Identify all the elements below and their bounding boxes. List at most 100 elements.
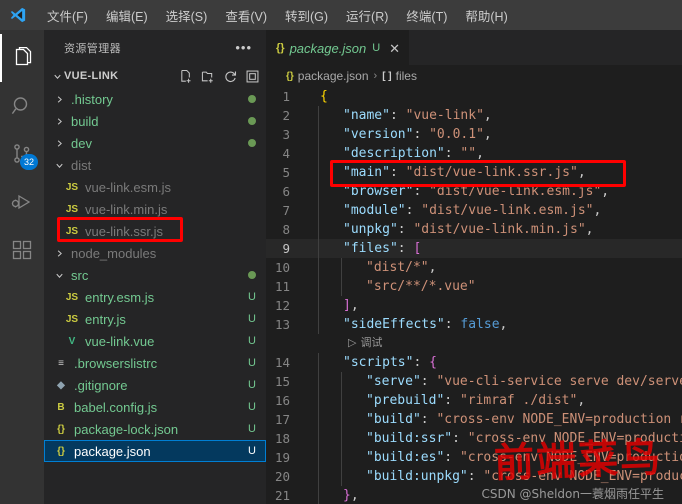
code-editor[interactable]: 1{2 "name": "vue-link", 3 "version": "0.0.1… [266, 87, 682, 504]
menu-terminal[interactable]: 终端(T) [397, 3, 456, 28]
new-file-icon[interactable] [179, 69, 194, 84]
babel-file-icon: B [57, 401, 65, 413]
tree-folder-row[interactable]: dist [44, 154, 266, 176]
menu-go[interactable]: 转到(G) [276, 3, 337, 28]
tree-folder-row[interactable]: node_modules [44, 242, 266, 264]
tree-file-row[interactable]: JS entry.esm.js U [44, 286, 266, 308]
tree-file-row[interactable]: JS vue-link.min.js [44, 198, 266, 220]
line-number: 13 [274, 317, 290, 332]
menu-run[interactable]: 运行(R) [337, 3, 397, 28]
chevron-right-icon[interactable] [52, 116, 66, 127]
activity-source-control[interactable]: 32 [0, 130, 44, 178]
tree-file-row[interactable]: {} package-lock.json U [44, 418, 266, 440]
activity-search[interactable] [0, 82, 44, 130]
editor-tab-bar: {} package.json U ✕ [266, 30, 682, 65]
tab-package-json[interactable]: {} package.json U ✕ [266, 30, 410, 65]
line-content: "dist/*", [310, 258, 682, 277]
new-folder-icon[interactable] [201, 69, 216, 84]
code-line: 9 "files": [ [266, 239, 682, 258]
tree-file-row[interactable]: ≡ .browserslistrc U [44, 352, 266, 374]
chevron-down-icon[interactable] [52, 160, 66, 171]
codelens-debug[interactable]: ▷ 调试 [266, 334, 682, 353]
chevron-right-icon[interactable] [52, 138, 66, 149]
tree-item-label: entry.js [85, 311, 126, 327]
indent-guide [318, 315, 319, 334]
line-content: "sideEffects": false, [310, 315, 682, 334]
tree-folder-row[interactable]: dev [44, 132, 266, 154]
code-line: 19 "build:es": "cross-env NODE_ENV=produc… [266, 448, 682, 467]
code-line: 13 "sideEffects": false, [266, 315, 682, 334]
code-token: , [476, 146, 484, 161]
code-token: , [483, 108, 492, 123]
line-number: 5 [282, 165, 290, 180]
line-content: "serve": "vue-cli-service serve dev/serv… [310, 372, 682, 391]
indent-guide [318, 467, 319, 486]
line-tokens: { [320, 89, 328, 104]
chevron-right-icon[interactable] [52, 248, 66, 259]
indent-guide [318, 220, 319, 239]
code-token: "dist/vue-link.esm.js" [421, 203, 594, 218]
git-status-dot-icon [244, 271, 260, 279]
explorer-root-actions [179, 69, 260, 84]
menu-edit[interactable]: 编辑(E) [97, 3, 157, 28]
line-number: 21 [274, 488, 290, 503]
refresh-icon[interactable] [223, 69, 238, 84]
tree-file-row[interactable]: ◆ .gitignore U [44, 374, 266, 396]
activity-bar: 32 [0, 30, 44, 504]
indent-guide [318, 410, 319, 429]
line-content: "build:es": "cross-env NODE_ENV=producti… [310, 448, 682, 467]
tree-file-row[interactable]: JS entry.js U [44, 308, 266, 330]
breadcrumb-file[interactable]: package.json [298, 69, 369, 83]
indent-guide [318, 125, 319, 144]
line-number: 15 [274, 374, 290, 389]
menu-help[interactable]: 帮助(H) [456, 3, 516, 28]
chevron-right-icon[interactable] [52, 94, 66, 105]
line-number: 16 [274, 393, 290, 408]
code-line: 12], [266, 296, 682, 315]
line-number: 17 [274, 412, 290, 427]
tree-file-row[interactable]: JS vue-link.esm.js [44, 176, 266, 198]
menu-selection[interactable]: 选择(S) [157, 3, 217, 28]
tree-file-row[interactable]: JS vue-link.ssr.js [44, 220, 266, 242]
code-token: : [397, 241, 414, 256]
line-number: 3 [282, 127, 290, 142]
activity-explorer[interactable] [0, 34, 44, 82]
code-line: 17 "build": "cross-env NODE_ENV=productio… [266, 410, 682, 429]
tree-file-row[interactable]: Vvue-link.vue U [44, 330, 266, 352]
close-icon[interactable]: ✕ [389, 42, 400, 55]
code-line: 10 "dist/*", [266, 258, 682, 277]
tree-folder-row[interactable]: build [44, 110, 266, 132]
collapse-all-icon[interactable] [245, 69, 260, 84]
tree-folder-row[interactable]: src [44, 264, 266, 286]
vscode-window: 文件(F) 编辑(E) 选择(S) 查看(V) 转到(G) 运行(R) 终端(T) 帮助(H) [0, 0, 682, 504]
menu-file[interactable]: 文件(F) [38, 3, 97, 28]
chevron-down-icon[interactable] [52, 270, 66, 281]
tree-file-row[interactable]: Bbabel.config.js U [44, 396, 266, 418]
tree-file-row[interactable]: {} package.json U [44, 440, 266, 462]
line-content: "browser": "dist/vue-link.esm.js", [310, 182, 682, 201]
play-icon: ▷ [348, 337, 357, 349]
code-token: false [460, 317, 500, 332]
tree-folder-row[interactable]: .history [44, 88, 266, 110]
activity-run-debug[interactable] [0, 178, 44, 226]
code-line: 3 "version": "0.0.1", [266, 125, 682, 144]
line-number: 6 [282, 184, 290, 199]
line-content: }, [310, 486, 682, 504]
explorer-root-row[interactable]: VUE-LINK [44, 65, 266, 87]
explorer-icon [10, 46, 34, 70]
sidebar-more-actions-button[interactable]: ••• [235, 40, 252, 55]
code-line: 8 "unpkg": "dist/vue-link.min.js", [266, 220, 682, 239]
menu-bar: 文件(F) 编辑(E) 选择(S) 查看(V) 转到(G) 运行(R) 终端(T) 帮助(H) [0, 0, 682, 30]
git-status-badge: U [248, 379, 256, 391]
line-content: "build:unpkg": "cross-env NODE_ENV=produ… [310, 467, 682, 486]
menu-view[interactable]: 查看(V) [216, 3, 276, 28]
indent-guide [341, 448, 342, 467]
indent-guide [318, 239, 319, 258]
breadcrumb-node[interactable]: files [396, 69, 417, 83]
line-number: 11 [274, 279, 290, 294]
git-status-badge: U [248, 423, 256, 435]
code-line: 11 "src/**/*.vue" [266, 277, 682, 296]
activity-extensions[interactable] [0, 226, 44, 274]
code-token: : [444, 317, 461, 332]
indent-guide [318, 353, 319, 372]
